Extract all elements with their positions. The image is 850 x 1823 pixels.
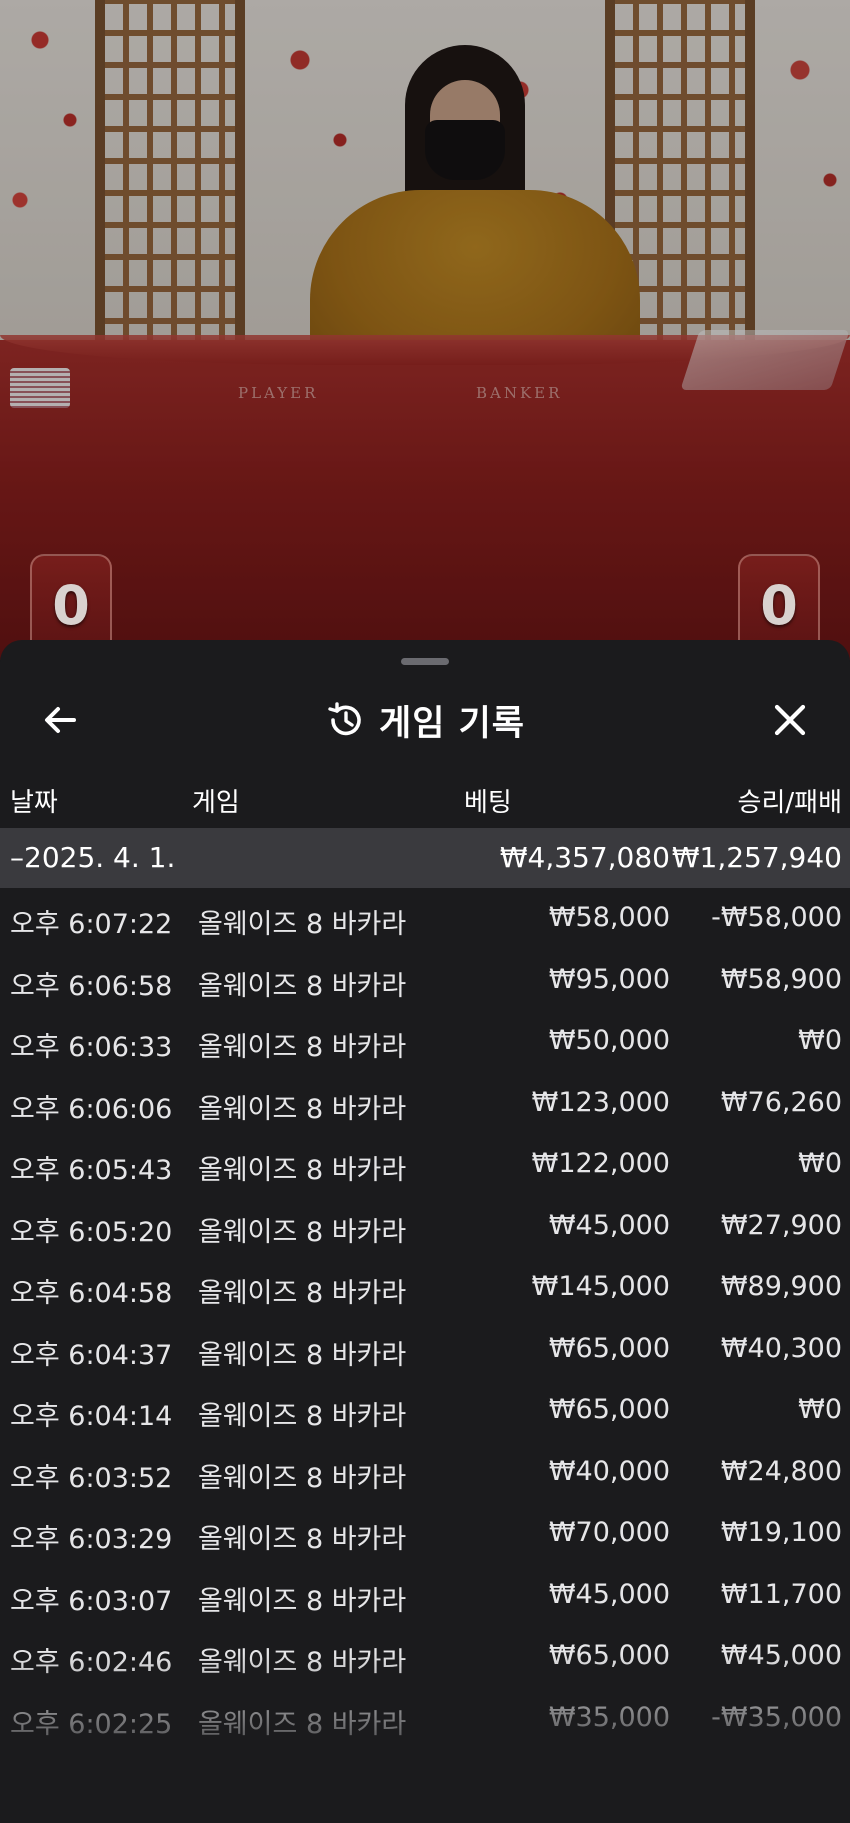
table-row[interactable]: 오후 6:05:20 올웨이즈 8 바카라 ₩45,000 ₩27,900 bbox=[0, 1196, 850, 1258]
row-game: 올웨이즈 8 바카라 bbox=[198, 1155, 407, 1186]
row-time: 오후 6:05:20 bbox=[10, 1216, 173, 1248]
column-game: 게임 bbox=[192, 788, 240, 818]
row-time: 오후 6:03:07 bbox=[10, 1585, 173, 1617]
row-bet: ₩58,000 bbox=[548, 902, 670, 933]
row-bet: ₩70,000 bbox=[548, 1517, 670, 1548]
row-time: 오후 6:04:37 bbox=[10, 1339, 173, 1371]
column-header: 날짜 게임 베팅 승리/패배 bbox=[0, 770, 850, 826]
date-summary-row[interactable]: –2025. 4. 1. ₩4,357,080 ₩1,257,940 bbox=[0, 828, 850, 888]
row-time: 오후 6:02:25 bbox=[10, 1708, 173, 1740]
row-game: 올웨이즈 8 바카라 bbox=[198, 1401, 407, 1432]
back-button[interactable] bbox=[30, 694, 90, 746]
summary-bet-total: ₩4,357,080 bbox=[499, 841, 670, 874]
arrow-left-icon bbox=[45, 707, 76, 733]
row-win: ₩0 bbox=[798, 1148, 842, 1179]
row-game: 올웨이즈 8 바카라 bbox=[198, 909, 407, 940]
video-dim-overlay bbox=[0, 0, 850, 660]
row-bet: ₩40,000 bbox=[548, 1455, 670, 1487]
row-bet: ₩65,000 bbox=[548, 1394, 670, 1425]
summary-date: –2025. 4. 1. bbox=[10, 841, 176, 874]
table-row[interactable]: 오후 6:06:06 올웨이즈 8 바카라 ₩123,000 ₩76,260 bbox=[0, 1073, 850, 1135]
row-bet: ₩45,000 bbox=[548, 1209, 670, 1241]
row-game: 올웨이즈 8 바카라 bbox=[198, 1462, 407, 1494]
row-bet: ₩95,000 bbox=[548, 963, 670, 995]
table-row[interactable]: 오후 6:02:46 올웨이즈 8 바카라 ₩65,000 ₩45,000 bbox=[0, 1626, 850, 1688]
row-time: 오후 6:06:06 bbox=[10, 1093, 173, 1125]
close-button[interactable] bbox=[760, 694, 820, 746]
row-bet: ₩50,000 bbox=[548, 1025, 670, 1056]
table-row[interactable]: 오후 6:03:29 올웨이즈 8 바카라 ₩70,000 ₩19,100 bbox=[0, 1503, 850, 1565]
row-game: 올웨이즈 8 바카라 bbox=[198, 1524, 407, 1555]
table-row[interactable]: 오후 6:07:22 올웨이즈 8 바카라 ₩58,000 -₩58,000 bbox=[0, 888, 850, 950]
close-icon bbox=[774, 704, 806, 736]
table-row[interactable]: 오후 6:04:37 올웨이즈 8 바카라 ₩65,000 ₩40,300 bbox=[0, 1319, 850, 1381]
row-win: ₩45,000 bbox=[720, 1640, 842, 1671]
table-row[interactable]: 오후 6:04:14 올웨이즈 8 바카라 ₩65,000 ₩0 bbox=[0, 1380, 850, 1442]
row-win: ₩0 bbox=[798, 1394, 842, 1425]
row-bet: ₩123,000 bbox=[531, 1086, 670, 1118]
row-game: 올웨이즈 8 바카라 bbox=[198, 1339, 407, 1371]
column-bet: 베팅 bbox=[464, 788, 512, 818]
row-win: ₩58,900 bbox=[720, 963, 842, 995]
row-bet: ₩65,000 bbox=[548, 1332, 670, 1364]
table-row[interactable]: 오후 6:04:58 올웨이즈 8 바카라 ₩145,000 ₩89,900 bbox=[0, 1257, 850, 1319]
sheet-grabber[interactable] bbox=[401, 658, 449, 665]
row-win: ₩89,900 bbox=[720, 1271, 842, 1302]
row-time: 오후 6:06:33 bbox=[10, 1032, 173, 1063]
row-win: -₩35,000 bbox=[711, 1701, 842, 1733]
row-bet: ₩45,000 bbox=[548, 1578, 670, 1610]
row-game: 올웨이즈 8 바카라 bbox=[198, 970, 407, 1002]
row-bet: ₩145,000 bbox=[531, 1271, 670, 1302]
table-row[interactable]: 오후 6:05:43 올웨이즈 8 바카라 ₩122,000 ₩0 bbox=[0, 1134, 850, 1196]
title-group: 게임 기록 bbox=[0, 694, 850, 746]
row-game: 올웨이즈 8 바카라 bbox=[198, 1093, 407, 1125]
row-game: 올웨이즈 8 바카라 bbox=[198, 1708, 407, 1740]
row-bet: ₩65,000 bbox=[548, 1640, 670, 1671]
row-game: 올웨이즈 8 바카라 bbox=[198, 1278, 407, 1309]
table-row[interactable]: 오후 6:06:58 올웨이즈 8 바카라 ₩95,000 ₩58,900 bbox=[0, 950, 850, 1012]
row-game: 올웨이즈 8 바카라 bbox=[198, 1585, 407, 1617]
row-time: 오후 6:06:58 bbox=[10, 970, 173, 1002]
row-time: 오후 6:04:58 bbox=[10, 1278, 173, 1309]
row-win: ₩27,900 bbox=[720, 1209, 842, 1241]
row-win: ₩0 bbox=[798, 1025, 842, 1056]
row-game: 올웨이즈 8 바카라 bbox=[198, 1647, 407, 1678]
row-win: ₩40,300 bbox=[720, 1332, 842, 1364]
row-time: 오후 6:05:43 bbox=[10, 1155, 173, 1186]
row-time: 오후 6:04:14 bbox=[10, 1401, 173, 1432]
column-date: 날짜 bbox=[10, 788, 58, 818]
row-win: ₩11,700 bbox=[720, 1578, 842, 1610]
sheet-header: 게임 기록 bbox=[0, 676, 850, 764]
table-row[interactable]: 오후 6:06:33 올웨이즈 8 바카라 ₩50,000 ₩0 bbox=[0, 1011, 850, 1073]
row-time: 오후 6:07:22 bbox=[10, 909, 173, 940]
row-win: -₩58,000 bbox=[711, 902, 842, 933]
row-time: 오후 6:03:29 bbox=[10, 1524, 173, 1555]
row-win: ₩76,260 bbox=[720, 1086, 842, 1118]
live-video: PLAYER BANKER 0 0 bbox=[0, 0, 850, 660]
table-row[interactable]: 오후 6:03:52 올웨이즈 8 바카라 ₩40,000 ₩24,800 bbox=[0, 1442, 850, 1504]
row-bet: ₩35,000 bbox=[548, 1701, 670, 1733]
history-icon bbox=[328, 702, 361, 736]
row-game: 올웨이즈 8 바카라 bbox=[198, 1032, 407, 1063]
column-win-loss: 승리/패배 bbox=[737, 788, 842, 818]
page-title: 게임 기록 bbox=[379, 703, 525, 744]
row-win: ₩24,800 bbox=[720, 1455, 842, 1487]
table-row[interactable]: 오후 6:02:25 올웨이즈 8 바카라 ₩35,000 -₩35,000 bbox=[0, 1688, 850, 1750]
row-win: ₩19,100 bbox=[720, 1517, 842, 1548]
row-bet: ₩122,000 bbox=[531, 1148, 670, 1179]
row-game: 올웨이즈 8 바카라 bbox=[198, 1216, 407, 1248]
row-time: 오후 6:03:52 bbox=[10, 1462, 173, 1494]
game-history-sheet: 게임 기록 날짜 게임 베팅 승리/패배 –2025. 4. 1. ₩4,357… bbox=[0, 640, 850, 1823]
table-row[interactable]: 오후 6:03:07 올웨이즈 8 바카라 ₩45,000 ₩11,700 bbox=[0, 1565, 850, 1627]
history-list[interactable]: 오후 6:07:22 올웨이즈 8 바카라 ₩58,000 -₩58,000 오… bbox=[0, 888, 850, 1823]
summary-win-total: ₩1,257,940 bbox=[671, 841, 842, 874]
row-time: 오후 6:02:46 bbox=[10, 1647, 173, 1678]
